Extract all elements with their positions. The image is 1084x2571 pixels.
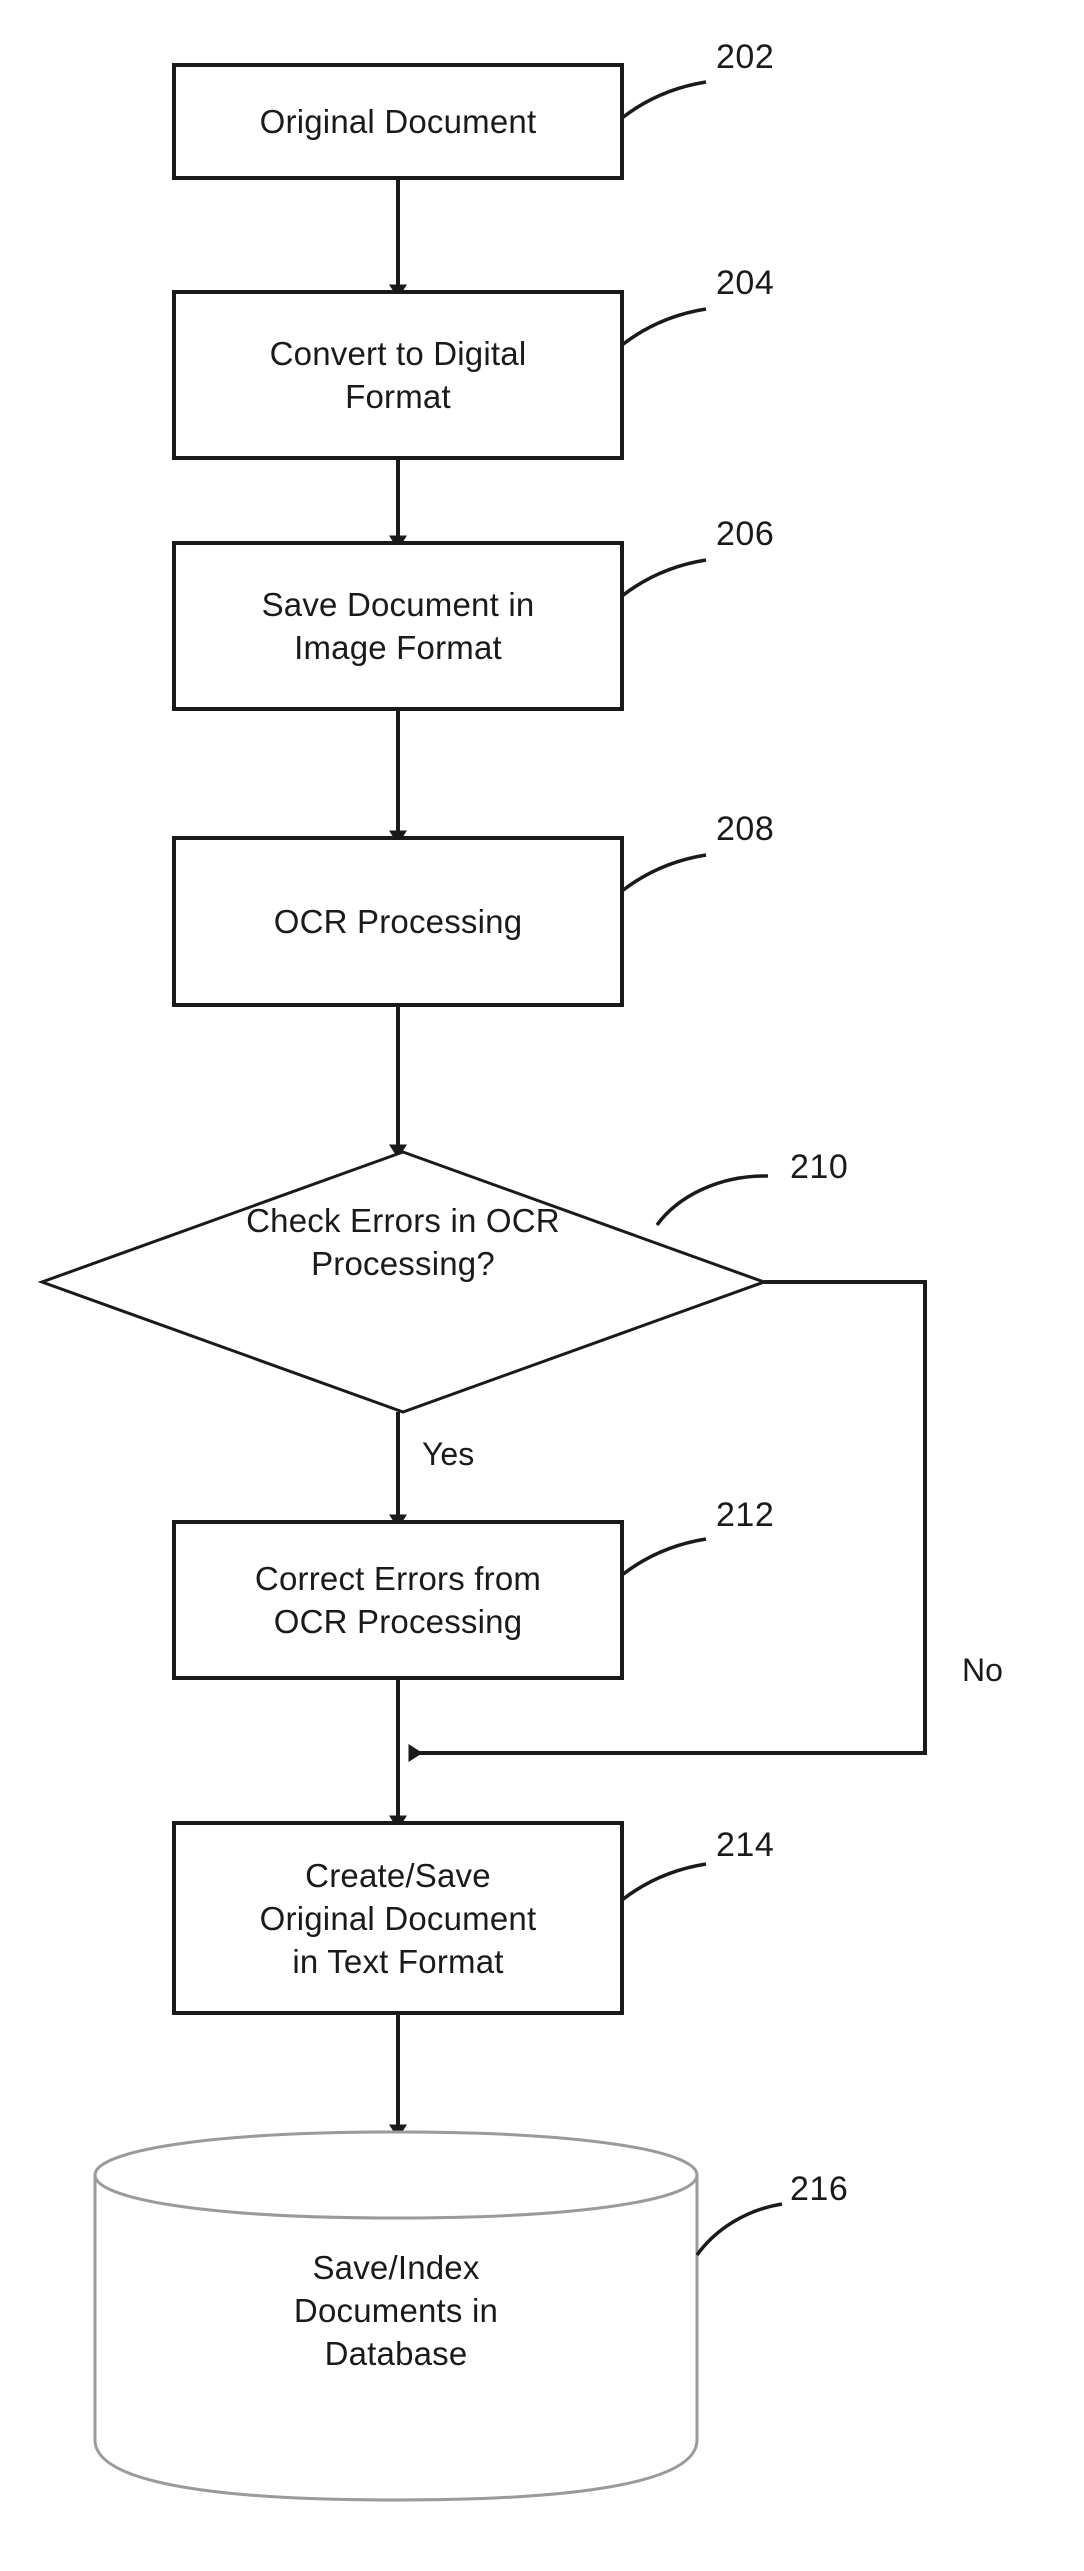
flowchart-canvas [37, 63, 927, 2502]
leader-line-206 [620, 558, 707, 598]
ref-number-210: 210 [790, 1148, 849, 1186]
ref-number-202: 202 [716, 38, 775, 76]
ref-number-206: 206 [716, 515, 775, 553]
node-box-204 [172, 290, 624, 460]
node-box-202 [172, 63, 624, 180]
edge-label-yes: Yes [422, 1436, 475, 1472]
node-box-214 [172, 1821, 624, 2015]
leader-line-214 [620, 1862, 707, 1902]
edge-label-no: No [962, 1652, 1003, 1688]
node-box-212 [172, 1520, 624, 1680]
ref-number-204: 204 [716, 264, 775, 302]
ref-number-212: 212 [716, 1496, 775, 1534]
leader-line-216 [695, 2202, 783, 2257]
node-box-206 [172, 541, 624, 711]
node-cylinder-216-body [93, 2175, 699, 2502]
leader-line-210 [655, 1174, 769, 1227]
leader-line-208 [620, 853, 707, 893]
node-cylinder-216-top [93, 2130, 699, 2220]
node-diamond-210 [37, 1150, 769, 1414]
ref-number-214: 214 [716, 1826, 775, 1864]
leader-line-212 [620, 1537, 707, 1577]
node-box-208 [172, 836, 624, 1007]
ref-number-216: 216 [790, 2170, 849, 2208]
flowchart-figure: Original Document 202 Convert to Digital… [0, 0, 1084, 2571]
ref-number-208: 208 [716, 810, 775, 848]
leader-line-204 [620, 307, 707, 347]
leader-line-202 [620, 80, 707, 120]
